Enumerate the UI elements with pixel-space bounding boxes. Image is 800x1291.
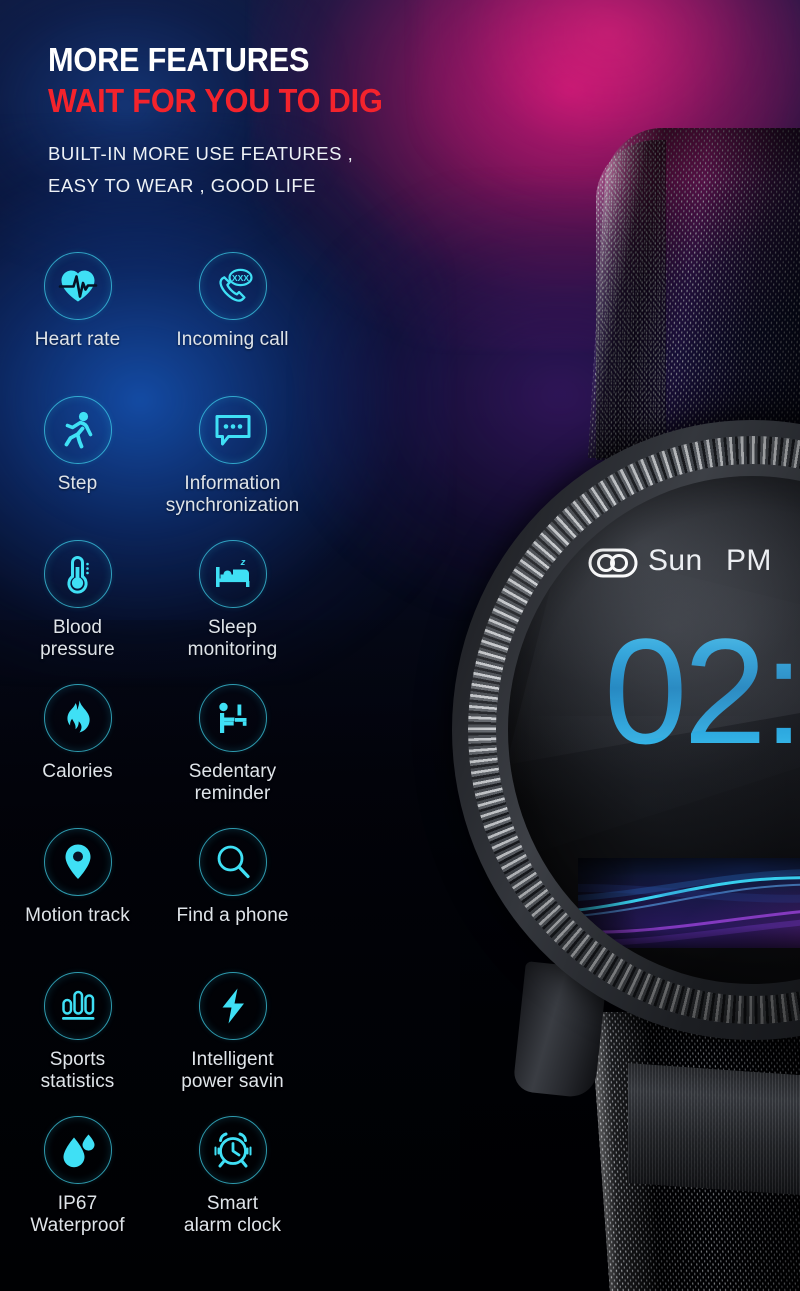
information-sync-icon: [198, 396, 267, 464]
motion-track-icon: [43, 828, 112, 896]
feature-grid: Heart rate XXX Incoming call Step Inform…: [0, 252, 330, 1260]
svg-text:XXX: XXX: [231, 273, 248, 283]
feature-label: Blood pressure: [40, 617, 115, 661]
feature-label: Smart alarm clock: [183, 1193, 282, 1237]
feature-label: Calories: [42, 761, 113, 782]
subheadline-line-1: BUILT-IN MORE USE FEATURES ,: [48, 143, 354, 165]
headline-primary: MORE FEATURES: [48, 41, 310, 78]
watch-wallpaper-wave-art: [578, 858, 800, 948]
feature-label: Information synchronization: [165, 473, 300, 517]
heart-rate-icon: [43, 252, 112, 320]
blood-pressure-icon: [43, 540, 112, 608]
find-a-phone-icon: [198, 828, 267, 896]
feature-label: IP67 Waterproof: [30, 1193, 125, 1237]
feature-label: Sedentary reminder: [188, 761, 277, 805]
feature-item-sleep-monitoring: z Sleep monitoring: [150, 540, 315, 662]
feature-label: Find a phone: [176, 905, 289, 926]
sleep-monitoring-icon: z: [198, 540, 267, 608]
feature-label: Incoming call: [176, 329, 289, 350]
feature-label: Sleep monitoring: [187, 617, 278, 661]
sports-statistics-icon: [43, 972, 112, 1040]
subheadline: BUILT-IN MORE USE FEATURES , EASY TO WEA…: [48, 138, 478, 202]
feature-item-calories: Calories: [0, 684, 160, 783]
smart-alarm-clock-icon: [198, 1116, 267, 1184]
intelligent-power-saving-icon: [198, 972, 267, 1040]
feature-label: Intelligent power savin: [181, 1049, 284, 1093]
sedentary-reminder-icon: [198, 684, 267, 752]
svg-text:z: z: [239, 557, 245, 568]
feature-row: Sports statistics Intelligent power savin: [0, 972, 330, 1116]
headline-secondary: WAIT FOR YOU TO DIG: [48, 81, 383, 119]
feature-item-incoming-call: XXX Incoming call: [150, 252, 315, 351]
feature-item-motion-track: Motion track: [0, 828, 160, 927]
headline-block: MORE FEATURES WAIT FOR YOU TO DIG BUILT-…: [48, 42, 478, 202]
product-feature-banner: Sun PM 02:: [0, 0, 800, 1291]
feature-row: Heart rate XXX Incoming call: [0, 252, 330, 396]
feature-row: Motion track Find a phone: [0, 828, 330, 972]
feature-row: IP67 Waterproof Smart alarm clock: [0, 1116, 330, 1260]
feature-label: Heart rate: [34, 329, 121, 350]
watch-band-lower-strap: [628, 1063, 800, 1197]
feature-item-information-sync: Information synchronization: [150, 396, 315, 518]
ip67-waterproof-icon: [43, 1116, 112, 1184]
feature-item-smart-alarm-clock: Smart alarm clock: [150, 1116, 315, 1238]
feature-label: Step: [57, 473, 98, 494]
feature-item-ip67-waterproof: IP67 Waterproof: [0, 1116, 160, 1238]
incoming-call-icon: XXX: [198, 252, 267, 320]
feature-item-intelligent-power-saving: Intelligent power savin: [150, 972, 315, 1094]
watch-band-upper-shoulder: [596, 140, 666, 460]
watch-dial: Sun PM 02:: [508, 476, 800, 984]
feature-row: Blood pressure z Sleep monitoring: [0, 540, 330, 684]
feature-row: Calories Sedentary reminder: [0, 684, 330, 828]
feature-item-sedentary-reminder: Sedentary reminder: [150, 684, 315, 806]
feature-label: Motion track: [25, 905, 130, 926]
subheadline-line-2: EASY TO WEAR , GOOD LIFE: [48, 175, 316, 197]
feature-item-blood-pressure: Blood pressure: [0, 540, 160, 662]
feature-row: Step Information synchronization: [0, 396, 330, 540]
feature-item-heart-rate: Heart rate: [0, 252, 160, 351]
step-icon: [43, 396, 112, 464]
feature-item-step: Step: [0, 396, 160, 495]
feature-item-find-a-phone: Find a phone: [150, 828, 315, 927]
calories-icon: [43, 684, 112, 752]
feature-item-sports-statistics: Sports statistics: [0, 972, 160, 1094]
feature-label: Sports statistics: [40, 1049, 115, 1093]
